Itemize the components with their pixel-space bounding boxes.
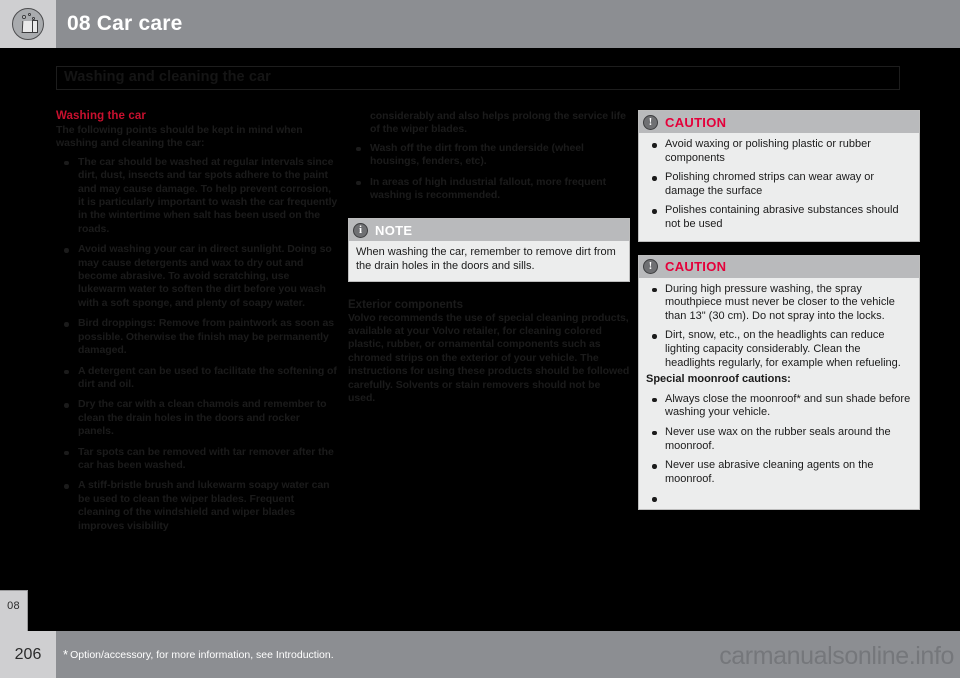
list-item: Polishes containing abrasive substances … xyxy=(646,204,912,231)
list-item xyxy=(646,492,912,502)
note-label: NOTE xyxy=(375,222,413,238)
column-left: Washing the car The following points sho… xyxy=(56,110,338,540)
info-icon: i xyxy=(353,222,368,238)
bucket-with-bubbles-icon xyxy=(12,8,44,40)
list-item: Always close the moonroof* and sun shade… xyxy=(646,393,912,420)
washing-intro-text: The following points should be kept in m… xyxy=(56,124,303,150)
list-item: Dry the car with a clean chamois and rem… xyxy=(56,398,338,438)
caution-2-list: During high pressure washing, the spray … xyxy=(646,283,912,371)
caution-label: CAUTION xyxy=(665,114,727,130)
washing-the-car-heading: Washing the car xyxy=(56,110,146,122)
chapter-icon-cell xyxy=(0,0,56,48)
list-item: Bird droppings: Remove from paintwork as… xyxy=(56,317,338,357)
page-footer: 206 * Option/accessory, for more informat… xyxy=(0,631,960,678)
page-number: 206 xyxy=(14,645,42,663)
warning-icon: ! xyxy=(643,114,658,130)
caution-box-2-header: ! CAUTION xyxy=(639,255,919,278)
chapter-tab-number: 08 xyxy=(7,600,20,612)
caution-label: CAUTION xyxy=(665,259,727,275)
note-box-body: When washing the car, remember to remove… xyxy=(349,241,629,280)
list-item: The car should be washed at regular inte… xyxy=(56,156,338,236)
exterior-components-heading: Exterior components xyxy=(348,298,464,311)
asterisk-marker: * xyxy=(63,647,69,662)
footer-note: * Option/accessory, for more information,… xyxy=(56,647,334,662)
note-box: i NOTE When washing the car, remember to… xyxy=(348,218,630,282)
page-number-cell: 206 xyxy=(0,631,56,678)
caution-box-1-body: Avoid waxing or polishing plastic or rub… xyxy=(639,133,919,241)
page-title: 08 Car care xyxy=(67,12,183,35)
list-item: Avoid waxing or polishing plastic or rub… xyxy=(646,138,912,165)
column-right: ! CAUTION Avoid waxing or polishing plas… xyxy=(638,110,920,511)
list-item: In areas of high industrial fallout, mor… xyxy=(348,176,630,203)
list-item: During high pressure washing, the spray … xyxy=(646,283,912,324)
caution-1-list: Avoid waxing or polishing plastic or rub… xyxy=(646,138,912,232)
section-title: Washing and cleaning the car xyxy=(64,69,271,85)
note-box-header: i NOTE xyxy=(349,219,629,242)
header-bar: 08 Car care xyxy=(56,0,960,48)
caution-box-2: ! CAUTION During high pressure washing, … xyxy=(638,254,920,511)
page-body: Washing and cleaning the car Washing the… xyxy=(0,48,960,678)
footer-note-text: Option/accessory, for more information, … xyxy=(70,649,334,661)
caution-box-1-header: ! CAUTION xyxy=(639,111,919,133)
watermark: carmanualsonline.info xyxy=(719,642,954,670)
list-item: Tar spots can be removed with tar remove… xyxy=(56,446,338,473)
washing-bullet-list-continued: Wash off the dirt from the underside (wh… xyxy=(348,142,630,203)
caution-box-2-body: During high pressure washing, the spray … xyxy=(639,278,919,510)
moonroof-list: Always close the moonroof* and sun shade… xyxy=(646,393,912,503)
list-item: Never use abrasive cleaning agents on th… xyxy=(646,459,912,486)
list-item: Wash off the dirt from the underside (wh… xyxy=(348,142,630,169)
washing-continuation-text: considerably and also helps prolong the … xyxy=(370,110,626,136)
caution-box-1: ! CAUTION Avoid waxing or polishing plas… xyxy=(638,110,920,242)
list-item: Never use wax on the rubber seals around… xyxy=(646,426,912,453)
washing-bullet-list: The car should be washed at regular inte… xyxy=(56,156,338,533)
list-item: A stiff-bristle brush and lukewarm soapy… xyxy=(56,479,338,533)
note-text: When washing the car, remember to remove… xyxy=(356,246,616,273)
footer-bar: * Option/accessory, for more information,… xyxy=(56,631,960,678)
list-item: Polishing chromed strips can wear away o… xyxy=(646,171,912,198)
page-header: 08 Car care xyxy=(0,0,960,48)
moonroof-subheading: Special moonroof cautions: xyxy=(646,373,791,386)
list-item: Avoid washing your car in direct sunligh… xyxy=(56,243,338,310)
exterior-components-text: Volvo recommends the use of special clea… xyxy=(348,311,630,405)
list-item: A detergent can be used to facilitate th… xyxy=(56,365,338,392)
column-middle: considerably and also helps prolong the … xyxy=(348,110,630,405)
list-item: Dirt, snow, etc., on the headlights can … xyxy=(646,329,912,370)
warning-icon: ! xyxy=(643,259,658,275)
